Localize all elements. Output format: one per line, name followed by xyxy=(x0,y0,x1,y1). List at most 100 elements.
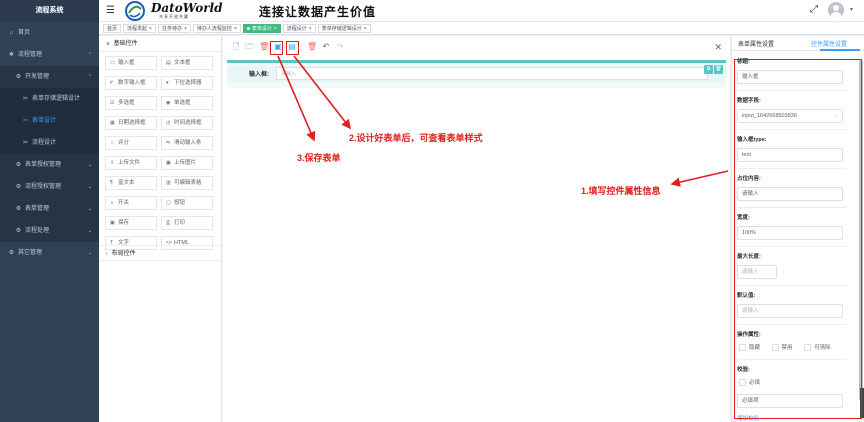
component-upload[interactable]: ⇪ 上传文件 xyxy=(105,156,157,170)
delete-icon[interactable]: 🗑 xyxy=(259,42,269,52)
disabled-checkbox[interactable] xyxy=(771,344,779,352)
clearable-checkbox[interactable] xyxy=(804,344,812,352)
close-icon[interactable]: × xyxy=(234,26,237,32)
sidebar-item[interactable]: ⚙ 流程授权管理 ⌄ xyxy=(0,176,99,198)
close-icon[interactable]: × xyxy=(309,26,312,32)
caret-down-icon[interactable]: ▼ xyxy=(849,7,854,13)
new-file-icon[interactable]: 🗋 xyxy=(231,42,241,52)
component-number[interactable]: # 数字输入框 xyxy=(105,76,157,90)
title-label: 标题: xyxy=(737,59,750,65)
data-field-label: 数据字段: xyxy=(737,98,761,104)
field-input-preview[interactable]: 请输入 xyxy=(276,67,708,80)
tab-table-props[interactable]: 表单属性设置 xyxy=(738,39,774,48)
placeholder-label: 占位内容: xyxy=(737,176,761,182)
redo-icon[interactable]: ↷ xyxy=(335,42,345,52)
basic-controls-header[interactable]: ∨ 基础控件 xyxy=(99,36,221,52)
component-slider[interactable]: ⇋ 滑动输入条 xyxy=(161,136,213,150)
copy-field-icon[interactable]: ⧉ xyxy=(704,65,713,74)
sidebar-item[interactable]: ❖ 流程管理 ⌃ xyxy=(0,44,99,66)
sidebar-item[interactable]: ⚙ 其它管理 ⌄ xyxy=(0,242,99,264)
component-save[interactable]: ▣ 保存 xyxy=(105,216,157,230)
divider xyxy=(737,90,847,91)
component-select[interactable]: ▾ 下拉选择器 xyxy=(161,76,213,90)
component-date[interactable]: ▦ 日期选择框 xyxy=(105,116,157,130)
tag-item[interactable]: 表单设计 × xyxy=(242,24,281,33)
component-radio[interactable]: ◉ 单选框 xyxy=(161,96,213,110)
close-icon[interactable]: × xyxy=(364,26,367,32)
input-type-field[interactable]: text xyxy=(737,148,843,162)
fullscreen-icon[interactable]: ⤢ xyxy=(810,4,818,15)
open-folder-icon[interactable]: 🗁 xyxy=(245,42,255,52)
close-icon[interactable]: × xyxy=(184,26,187,32)
component-richtext[interactable]: ¶ 富文本 xyxy=(105,176,157,190)
tag-item[interactable]: 流程设计 × xyxy=(282,24,316,33)
sidebar-item[interactable]: ⚙ 开发管理 ⌃ xyxy=(0,66,99,88)
table-icon: ▥ xyxy=(166,180,171,186)
divider xyxy=(737,324,847,325)
data-field-select[interactable]: input_1642668503836 ⌄ xyxy=(737,109,843,123)
title-input[interactable]: 输入框 xyxy=(737,70,843,84)
component-image[interactable]: ▣ 上传图片 xyxy=(161,156,213,170)
tag-item[interactable]: 待办人流程监控 × xyxy=(192,24,241,33)
sidebar-item[interactable]: ⌂ 首页 xyxy=(0,22,99,44)
tag-item[interactable]: 任务待办 × xyxy=(157,24,191,33)
preview-form-icon[interactable]: ▤ xyxy=(287,42,297,52)
sidebar-item[interactable]: ⚙ 表单授权管理 ⌄ xyxy=(0,154,99,176)
divider xyxy=(737,168,847,169)
undo-icon[interactable]: ↶ xyxy=(321,42,331,52)
component-label: 多选框 xyxy=(118,100,135,106)
delete-field-icon[interactable]: 🗑 xyxy=(714,65,723,74)
sidebar-item[interactable]: ✂ 流程设计 xyxy=(0,132,99,154)
print-icon: ⎙ xyxy=(166,220,171,226)
component-table[interactable]: ▥ 可编辑表格 xyxy=(161,176,213,190)
close-icon[interactable]: × xyxy=(149,26,152,32)
max-length-input[interactable]: 请输入 xyxy=(737,265,777,279)
component-time[interactable]: ◷ 时间选择框 xyxy=(161,116,213,130)
required-checkbox[interactable] xyxy=(739,379,746,387)
component-button[interactable]: ▢ 按钮 xyxy=(161,196,213,210)
scrollbar-thumb[interactable] xyxy=(860,388,864,418)
avatar[interactable] xyxy=(828,2,844,18)
component-input[interactable]: ▭ 输入框 xyxy=(105,56,157,70)
component-rate[interactable]: ☆ 评分 xyxy=(105,136,157,150)
sidebar-item-label: 表单存储逻辑设计 xyxy=(32,96,81,102)
tag-item[interactable]: 流程发起 × xyxy=(123,24,156,33)
number-icon: # xyxy=(110,80,113,86)
sidebar-item[interactable]: ⚙ 表单管理 ⌄ xyxy=(0,198,99,220)
component-label: 上传文件 xyxy=(118,160,141,166)
component-label: 数字输入框 xyxy=(118,80,146,86)
component-checkbox[interactable]: ☑ 多选框 xyxy=(105,96,157,110)
logo-subtitle: 共享开放共赢 xyxy=(159,14,189,19)
component-switch[interactable]: ◑ 开关 xyxy=(105,196,157,210)
scrollbar[interactable] xyxy=(859,60,863,400)
component-textarea[interactable]: ▤ 文本框 xyxy=(161,56,213,70)
sidebar-item[interactable]: ✂ 表单设计 xyxy=(0,110,99,132)
close-icon[interactable]: × xyxy=(274,26,277,32)
home-icon: ⌂ xyxy=(9,30,14,36)
sidebar-item[interactable]: ⚙ 流程处理 ⌄ xyxy=(0,220,99,242)
tag-item[interactable]: 表单存储逻辑设计 × xyxy=(317,24,371,33)
tag-item[interactable]: 首页 xyxy=(103,24,122,33)
basic-controls-title: 基础控件 xyxy=(113,41,138,47)
save-form-icon[interactable]: ▣ xyxy=(273,42,283,52)
max-length-label: 最大长度: xyxy=(737,254,761,260)
width-input[interactable]: 100% xyxy=(737,226,843,240)
close-icon[interactable]: ✕ xyxy=(714,42,722,53)
component-print[interactable]: ⎙ 打印 xyxy=(161,216,213,230)
component-label: 时间选择框 xyxy=(174,120,202,126)
tab-control-props[interactable]: 控件属性设置 xyxy=(811,39,847,48)
default-value-input[interactable]: 请输入 xyxy=(737,304,843,318)
sidebar-item[interactable]: ✂ 表单存储逻辑设计 xyxy=(0,88,99,110)
data-field-value: input_1642668503836 xyxy=(742,113,797,119)
hamburger-icon[interactable]: ☰ xyxy=(106,5,115,16)
chevron-icon: ⌄ xyxy=(87,250,92,256)
add-validation-link[interactable]: 增加校验 xyxy=(737,414,857,422)
selected-field-row[interactable]: 输入框: 请输入 ⧉ 🗑 xyxy=(227,65,726,82)
layout-controls-header[interactable]: › 布局控件 xyxy=(99,245,222,261)
field-actions: ⧉ 🗑 xyxy=(703,65,723,74)
placeholder-input[interactable]: 请输入 xyxy=(737,187,843,201)
hidden-checkbox[interactable] xyxy=(739,344,746,352)
header: ☰ DatoWorld 共享开放共赢 连接让数据产生价值 ⤢ ▼ xyxy=(99,0,864,22)
required-message-input[interactable]: 必填项 xyxy=(737,394,843,408)
clear-icon[interactable]: 🗑 xyxy=(307,42,317,52)
